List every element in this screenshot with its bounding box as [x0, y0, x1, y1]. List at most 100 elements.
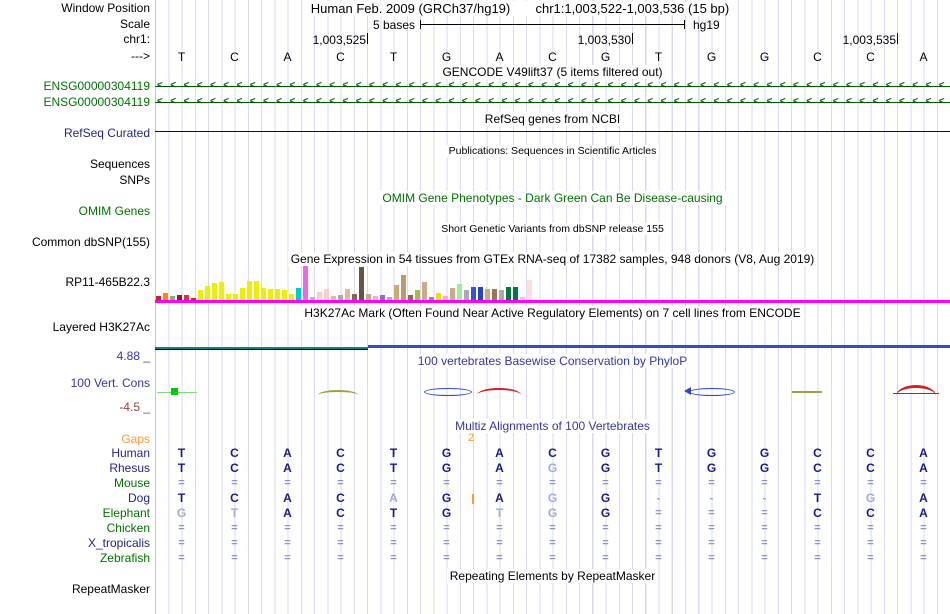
alignment-species-label[interactable]: Dog — [0, 492, 150, 505]
alignment-base: = — [390, 537, 397, 549]
alignment-base: A — [495, 446, 504, 460]
alignment-base: = — [708, 537, 715, 549]
alignment-base: = — [337, 552, 344, 564]
alignment-base: C — [230, 461, 239, 475]
alignment-base: G — [600, 446, 611, 460]
alignment-base: = — [443, 552, 450, 564]
alignment-species-label[interactable]: Mouse — [0, 477, 150, 490]
alignment-base: A — [919, 491, 928, 505]
alignment-base: T — [654, 461, 663, 475]
sequences-label[interactable]: Sequences — [0, 158, 150, 171]
alignment-base: = — [496, 552, 503, 564]
alignment-base: = — [178, 522, 185, 534]
alignment-base: C — [813, 506, 822, 520]
alignment-base: = — [549, 552, 556, 564]
alignment-base: = — [761, 552, 768, 564]
alignment-base: T — [177, 461, 186, 475]
alignment-base: = — [602, 537, 609, 549]
alignment-species-label[interactable]: Chicken — [0, 522, 150, 535]
alignment-base: T — [230, 506, 239, 520]
alignment-base: G — [600, 506, 611, 520]
snps-label[interactable]: SNPs — [0, 174, 150, 187]
alignment-base: = — [602, 552, 609, 564]
alignment-base: = — [708, 477, 715, 489]
alignment-base: G — [176, 506, 187, 520]
alignment-species-label[interactable]: X_tropicalis — [0, 537, 150, 550]
alignment-base: C — [866, 446, 875, 460]
alignment-base: G — [865, 491, 876, 505]
alignment-base: = — [549, 537, 556, 549]
gene-label[interactable]: ENSG00000304119 — [0, 80, 150, 93]
alignment-base: = — [231, 552, 238, 564]
alignment-base: = — [920, 477, 927, 489]
repeatmasker-label[interactable]: RepeatMasker — [0, 583, 150, 596]
alignment-species-label[interactable]: Zebrafish — [0, 552, 150, 565]
alignment-base: = — [867, 537, 874, 549]
alignment-base: = — [814, 477, 821, 489]
alignment-base: G — [547, 461, 558, 475]
alignment-base: C — [230, 491, 239, 505]
alignment-base: C — [813, 446, 822, 460]
alignment-base: = — [443, 477, 450, 489]
alignment-base: = — [178, 552, 185, 564]
alignment-species-label[interactable]: Rhesus — [0, 462, 150, 475]
alignment-base: = — [443, 537, 450, 549]
alignment-base: = — [549, 477, 556, 489]
alignment-base: = — [655, 522, 662, 534]
alignment-base: C — [336, 491, 345, 505]
alignment-base: G — [759, 461, 770, 475]
alignment-base: C — [548, 446, 557, 460]
alignment-base: G — [600, 491, 611, 505]
alignment-base: T — [389, 506, 398, 520]
alignment-base: = — [814, 552, 821, 564]
scale-label: Scale — [119, 17, 150, 31]
alignment-species-label[interactable]: Elephant — [0, 507, 150, 520]
alignment-base: A — [919, 446, 928, 460]
alignment-base: = — [178, 537, 185, 549]
alignment-base: = — [920, 537, 927, 549]
phylop-label[interactable]: 100 Vert. Cons — [0, 377, 150, 390]
alignment-base: = — [655, 507, 662, 519]
alignment-species-label[interactable]: Human — [0, 447, 150, 460]
alignment-base: = — [496, 522, 503, 534]
alignment-base: T — [389, 461, 398, 475]
alignment-base: C — [866, 506, 875, 520]
alignment-base: = — [443, 522, 450, 534]
gene-label[interactable]: ENSG00000304119 — [0, 96, 150, 109]
alignment-base: C — [866, 461, 875, 475]
alignment-base: C — [230, 446, 239, 460]
alignment-base: - — [656, 491, 661, 505]
refseq-curated-label[interactable]: RefSeq Curated — [0, 127, 150, 140]
multiz-alignment-grid: T C A C T G A C G T G G C C A T C A C T G A G G T G G C C A = = = = = = = = = =… — [155, 0, 950, 614]
alignment-base: = — [655, 537, 662, 549]
alignment-base: C — [336, 506, 345, 520]
alignment-base: T — [389, 446, 398, 460]
alignment-base: A — [283, 506, 292, 520]
h3k27ac-label[interactable]: Layered H3K27Ac — [0, 321, 150, 334]
repeatmasker-track-title[interactable]: Repeating Elements by RepeatMasker — [155, 569, 950, 583]
omim-genes-label[interactable]: OMIM Genes — [0, 205, 150, 218]
alignment-base: = — [337, 477, 344, 489]
alignment-base: = — [814, 522, 821, 534]
alignment-base: C — [813, 461, 822, 475]
alignment-base: A — [919, 461, 928, 475]
alignment-base: = — [284, 537, 291, 549]
alignment-base: = — [708, 522, 715, 534]
strand-arrow: ---> — [131, 49, 150, 63]
gtex-gene-label[interactable]: RP11-465B22.3 — [0, 276, 150, 289]
alignment-base: = — [284, 522, 291, 534]
alignment-base: C — [336, 461, 345, 475]
alignment-base: G — [441, 491, 452, 505]
phylop-max-label: 4.88 _ — [116, 349, 150, 363]
alignment-base: G — [706, 446, 717, 460]
alignment-base: = — [231, 522, 238, 534]
alignment-base: T — [177, 491, 186, 505]
dbsnp-label[interactable]: Common dbSNP(155) — [0, 236, 150, 249]
alignment-base: T — [177, 446, 186, 460]
alignment-base: C — [336, 446, 345, 460]
gaps-label: Gaps — [121, 432, 150, 446]
genome-browser-image: Window Position Human Feb. 2009 (GRCh37/… — [0, 0, 950, 614]
alignment-base: = — [390, 477, 397, 489]
alignment-base: = — [284, 477, 291, 489]
alignment-base: = — [284, 552, 291, 564]
